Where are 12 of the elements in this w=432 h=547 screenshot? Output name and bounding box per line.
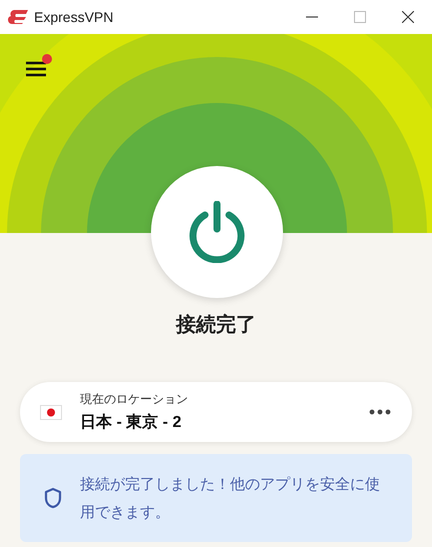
window-title: ExpressVPN — [34, 9, 114, 25]
location-name: 日本 - 東京 - 2 — [80, 412, 182, 433]
notice-text: 接続が完了しました！他のアプリを安全に使用できます。 — [80, 474, 381, 523]
close-icon — [402, 11, 414, 23]
flag-icon — [40, 404, 62, 420]
maximize-icon — [354, 11, 366, 23]
more-icon[interactable] — [368, 408, 392, 416]
shield-icon — [44, 487, 62, 509]
location-selector[interactable]: 現在のロケーション 日本 - 東京 - 2 — [20, 382, 412, 442]
logo-icon — [8, 10, 28, 24]
location-label: 現在のロケーション — [80, 391, 189, 408]
connection-status: 接続完了 — [176, 311, 256, 338]
